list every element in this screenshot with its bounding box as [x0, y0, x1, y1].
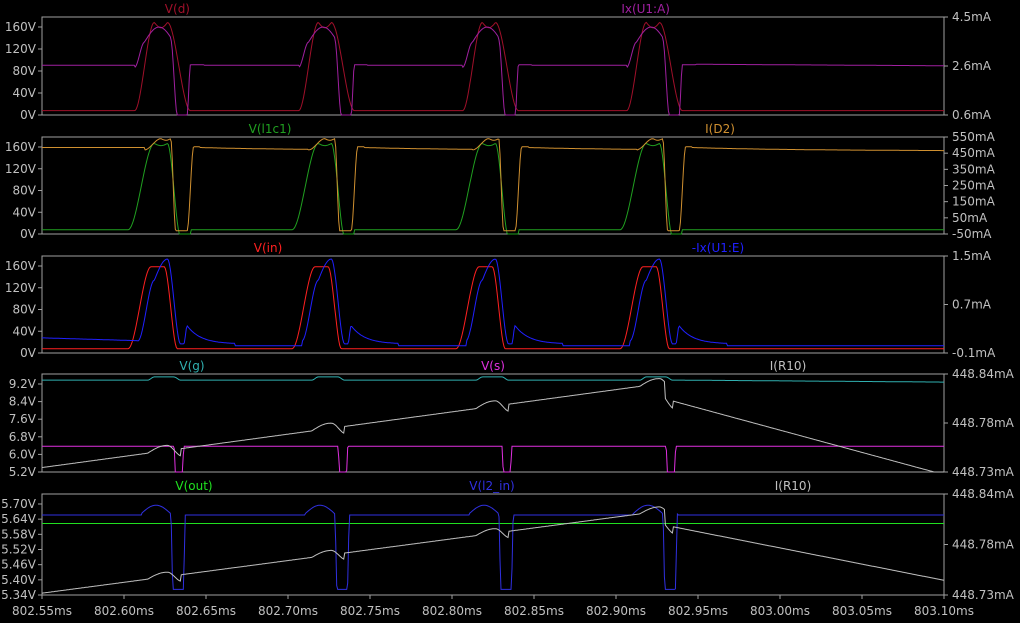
x-tick-label: 803.00ms [750, 604, 810, 618]
waveform-viewer: 160V 120V 80V 40V 0V 4.5mA 2.6mA 0.6mA V(d) Ix(U1… [1, 2, 1015, 618]
series-label[interactable]: Ix(U1:A) [621, 2, 670, 16]
series-line-ir10 [41, 378, 944, 473]
series-label[interactable]: I(R10) [770, 359, 807, 373]
left-tick-label: 0V [20, 227, 37, 241]
x-tick-label: 802.85ms [504, 604, 564, 618]
pane-5: 5.70V5.64V5.58V 5.52V5.46V5.40V5.34V 448.8… [1, 479, 1015, 602]
series-label[interactable]: V(out) [175, 479, 212, 493]
series-label[interactable]: V(g) [179, 359, 204, 373]
x-tick-label: 803.05ms [832, 604, 892, 618]
left-tick-label: 160V [5, 20, 37, 34]
series-line-vl1c1 [42, 142, 944, 235]
right-tick-label: 2.6mA [952, 59, 992, 73]
x-tick-label: 802.60ms [94, 604, 154, 618]
x-tick-label: 802.55ms [12, 604, 72, 618]
series-label[interactable]: V(l1c1) [249, 122, 292, 136]
right-tick-label: 0.7mA [952, 298, 992, 312]
right-tick-label: 250mA [952, 179, 996, 193]
left-tick-label: 80V [13, 303, 37, 317]
left-tick-label: 8.4V [9, 395, 37, 409]
x-tick-label: 802.75ms [340, 604, 400, 618]
left-tick-label: 5.2V [9, 465, 37, 479]
series-line-vg [42, 376, 944, 383]
left-tick-label: 9.2V [9, 377, 37, 391]
series-line-ir10 [41, 506, 945, 594]
left-tick-label: 80V [13, 64, 37, 78]
x-tick-label: 803.10ms [914, 604, 974, 618]
right-tick-label: -50mA [952, 227, 992, 241]
pane-frame [41, 373, 945, 473]
left-tick-label: 40V [13, 205, 37, 219]
left-tick-label: 120V [5, 42, 37, 56]
pane-4: 9.2V 8.4V 7.6V 6.8V 6.0V 5.2V 448.84mA 448.78mA… [9, 359, 1015, 479]
series-line-vs [42, 445, 944, 473]
x-tick-label: 802.80ms [422, 604, 482, 618]
right-tick-label: 50mA [952, 211, 988, 225]
left-tick-label: 120V [5, 162, 37, 176]
left-tick-label: 5.34V [1, 588, 37, 602]
left-tick-label: 160V [5, 140, 37, 154]
series-label[interactable]: V(in) [254, 241, 283, 255]
right-tick-label: 448.78mA [952, 538, 1015, 552]
pane-frame [41, 255, 945, 354]
left-tick-label: 0V [20, 108, 37, 122]
series-line-ixu1e [41, 258, 944, 347]
x-tick-label: 802.65ms [176, 604, 236, 618]
right-tick-label: 150mA [952, 195, 996, 209]
left-tick-label: 120V [5, 281, 37, 295]
pane-3: 160V 120V 80V 40V 0V 1.5mA 0.7mA -0.1mA V(in) -Ix… [5, 241, 996, 360]
left-tick-label: 160V [5, 259, 37, 273]
series-line-vl2in [42, 504, 944, 590]
series-line-ixu1a [42, 26, 944, 116]
left-tick-label: 5.64V [1, 512, 37, 526]
left-tick-label: 5.58V [1, 527, 37, 541]
left-tick-label: 5.70V [1, 497, 37, 511]
series-line-vd [42, 21, 944, 112]
left-tick-label: 6.0V [9, 447, 37, 461]
left-tick-label: 80V [13, 184, 37, 198]
x-axis: 802.55ms 802.60ms 802.65ms 802.70ms 802.75ms… [12, 595, 974, 618]
left-tick-label: 40V [13, 324, 37, 338]
left-tick-label: 5.40V [1, 573, 37, 587]
x-tick-label: 802.95ms [668, 604, 728, 618]
right-tick-label: 4.5mA [952, 10, 992, 24]
series-label[interactable]: V(l2_in) [469, 479, 514, 493]
pane-2: 160V 120V 80V 40V 0V 550mA 450mA 350mA 250mA 150m… [5, 122, 996, 241]
series-label[interactable]: I(D2) [705, 122, 735, 136]
right-tick-label: 350mA [952, 162, 996, 176]
right-tick-label: 448.73mA [952, 465, 1015, 479]
right-tick-label: 550mA [952, 130, 996, 144]
series-label[interactable]: -Ix(U1:E) [692, 241, 744, 255]
series-label[interactable]: V(s) [481, 359, 505, 373]
pane-frame [41, 16, 945, 116]
series-line-vin [42, 266, 944, 350]
left-tick-label: 7.6V [9, 412, 37, 426]
pane-1: 160V 120V 80V 40V 0V 4.5mA 2.6mA 0.6mA V(d) Ix(U1… [5, 2, 992, 122]
series-line-id2 [42, 137, 944, 232]
left-tick-label: 5.46V [1, 558, 37, 572]
right-tick-label: 0.6mA [952, 108, 992, 122]
right-tick-label: 1.5mA [952, 249, 992, 263]
x-tick-label: 802.70ms [258, 604, 318, 618]
left-tick-label: 40V [13, 86, 37, 100]
right-tick-label: 448.73mA [952, 588, 1015, 602]
right-tick-label: 448.84mA [952, 367, 1015, 381]
left-tick-label: 5.52V [1, 543, 37, 557]
left-tick-label: 0V [20, 346, 37, 360]
x-tick-label: 802.90ms [586, 604, 646, 618]
series-label[interactable]: I(R10) [775, 479, 812, 493]
right-tick-label: 450mA [952, 146, 996, 160]
right-tick-label: 448.84mA [952, 487, 1015, 501]
right-tick-label: 448.78mA [952, 416, 1015, 430]
series-label[interactable]: V(d) [165, 2, 190, 16]
right-tick-label: -0.1mA [952, 346, 996, 360]
left-tick-label: 6.8V [9, 430, 37, 444]
